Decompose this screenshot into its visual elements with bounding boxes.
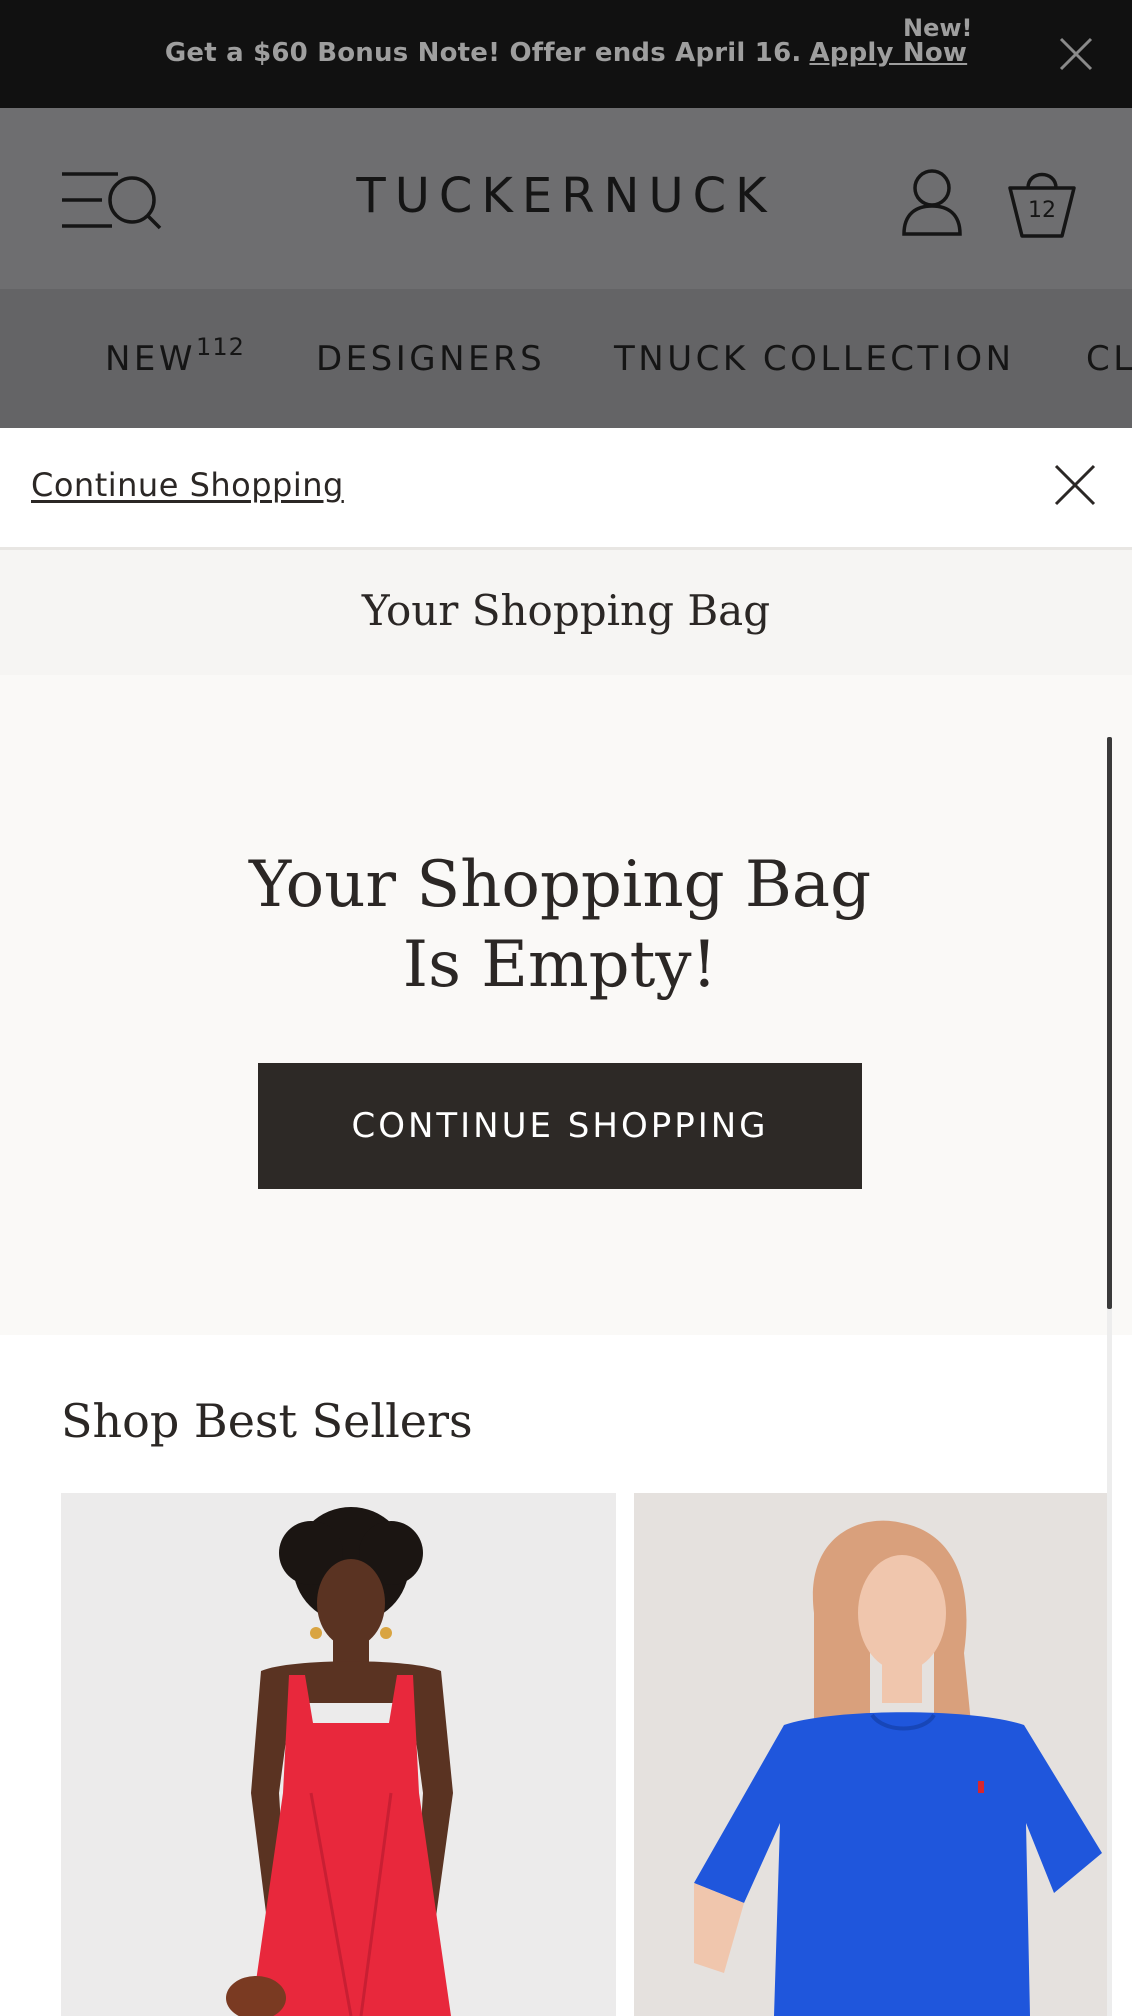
nav-item-tnuck-collection[interactable]: TNUCK COLLECTION	[614, 339, 1015, 379]
product-image	[61, 1493, 616, 2016]
drawer-title: Your Shopping Bag	[361, 586, 771, 635]
continue-shopping-link[interactable]: Continue Shopping	[31, 466, 344, 504]
drawer-header: Continue Shopping	[0, 428, 1132, 550]
site-header: TUCKERNUCK 12	[0, 108, 1132, 289]
account-icon[interactable]	[900, 168, 964, 238]
product-card[interactable]	[61, 1493, 616, 2016]
continue-shopping-button[interactable]: CONTINUE SHOPPING	[258, 1063, 862, 1189]
bestsellers-title: Shop Best Sellers	[61, 1394, 473, 1448]
empty-heading-line-1: Your Shopping Bag	[248, 848, 872, 922]
empty-bag-heading: Your Shopping Bag Is Empty!	[0, 845, 1120, 1005]
main-nav: NEW112 DESIGNERS TNUCK COLLECTION CL	[0, 289, 1132, 428]
nav-item-clothing[interactable]: CL	[1086, 339, 1132, 379]
nav-item-new[interactable]: NEW112	[105, 333, 245, 379]
close-icon[interactable]	[1058, 36, 1094, 72]
close-icon[interactable]	[1054, 464, 1096, 506]
bag-count: 12	[1028, 198, 1056, 223]
product-image	[634, 1493, 1107, 2016]
scrollbar-thumb[interactable]	[1107, 737, 1112, 1309]
nav-item-label: NEW	[105, 339, 197, 379]
nav-item-designers[interactable]: DESIGNERS	[316, 339, 545, 379]
bag-title-bar: Your Shopping Bag	[0, 550, 1132, 675]
promo-banner: Get a $60 Bonus Note! Offer ends April 1…	[0, 0, 1132, 108]
promo-text: Get a $60 Bonus Note! Offer ends April 1…	[0, 38, 1132, 68]
empty-heading-line-2: Is Empty!	[402, 928, 718, 1002]
product-card[interactable]	[634, 1493, 1107, 2016]
new-badge: New!	[903, 14, 973, 42]
empty-bag-section: Your Shopping Bag Is Empty! CONTINUE SHO…	[0, 675, 1132, 1335]
nav-item-count: 112	[196, 333, 245, 361]
apply-now-link[interactable]: Apply Now	[809, 38, 967, 68]
promo-message: Get a $60 Bonus Note! Offer ends April 1…	[164, 38, 802, 68]
